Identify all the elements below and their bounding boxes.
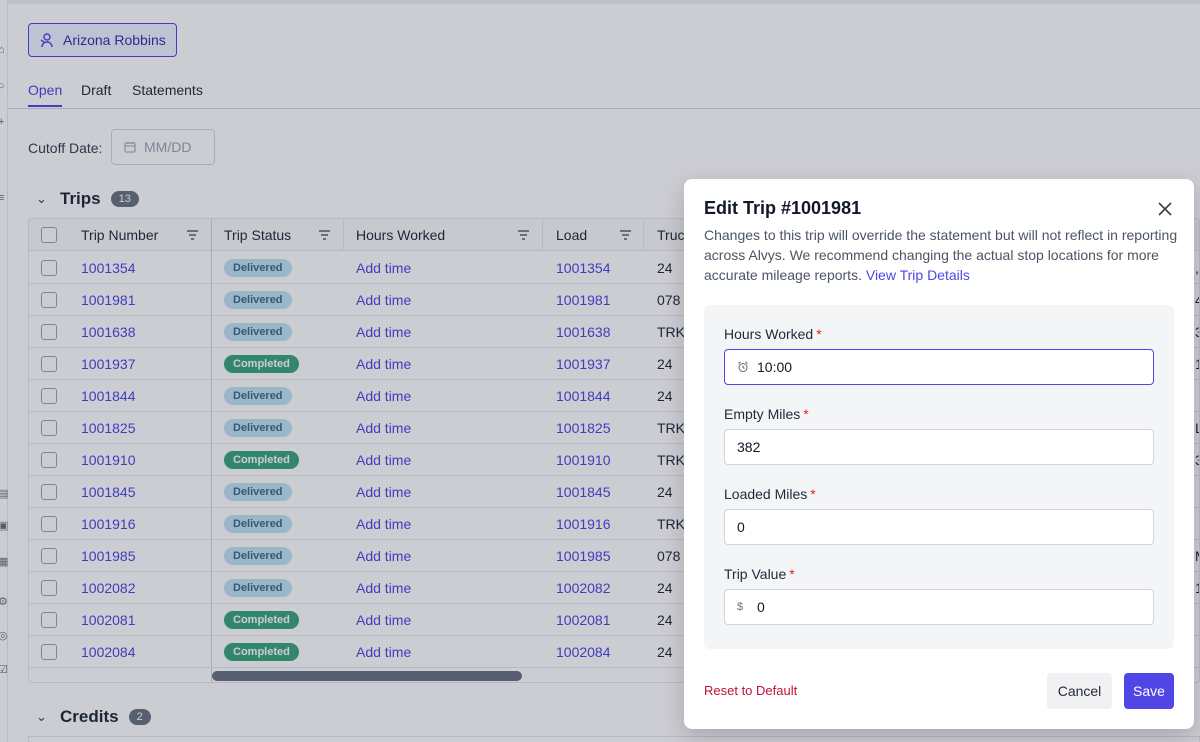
modal-description: Changes to this trip will override the s…	[704, 225, 1179, 285]
empty-miles-label-text: Empty Miles	[724, 406, 801, 422]
trip-edit-form: Hours Worked * 10:00 Empty Miles * 382 Loa…	[704, 305, 1174, 649]
edit-trip-modal: Edit Trip #1001981 Changes to this trip …	[684, 179, 1194, 729]
required-marker: *	[803, 406, 809, 422]
hours-worked-label: Hours Worked *	[724, 326, 822, 342]
close-icon[interactable]	[1156, 200, 1174, 218]
empty-miles-input[interactable]: 382	[724, 429, 1154, 465]
required-marker: *	[816, 326, 822, 342]
modal-title: Edit Trip #1001981	[704, 198, 862, 218]
alarm-clock-icon	[738, 361, 748, 373]
trip-value-label: Trip Value *	[724, 566, 795, 582]
dollar-prefix: $	[737, 601, 744, 613]
cancel-button[interactable]: Cancel	[1047, 673, 1112, 709]
required-marker: *	[810, 486, 816, 502]
hours-worked-value: 10:00	[757, 359, 793, 375]
hours-worked-input[interactable]: 10:00	[724, 349, 1154, 385]
loaded-miles-label: Loaded Miles *	[724, 486, 816, 502]
trip-value-value: 0	[757, 599, 765, 615]
empty-miles-label: Empty Miles *	[724, 406, 809, 422]
trip-value-input[interactable]: $ 0	[724, 589, 1154, 625]
trip-value-label-text: Trip Value	[724, 566, 787, 582]
empty-miles-value: 382	[737, 439, 761, 455]
reset-to-default-link[interactable]: Reset to Default	[704, 683, 797, 698]
loaded-miles-input[interactable]: 0	[724, 509, 1154, 545]
save-button[interactable]: Save	[1124, 673, 1174, 709]
required-marker: *	[789, 566, 795, 582]
hours-worked-label-text: Hours Worked	[724, 326, 814, 342]
view-trip-details-link[interactable]: View Trip Details	[866, 267, 970, 283]
loaded-miles-value: 0	[737, 519, 745, 535]
loaded-miles-label-text: Loaded Miles	[724, 486, 808, 502]
